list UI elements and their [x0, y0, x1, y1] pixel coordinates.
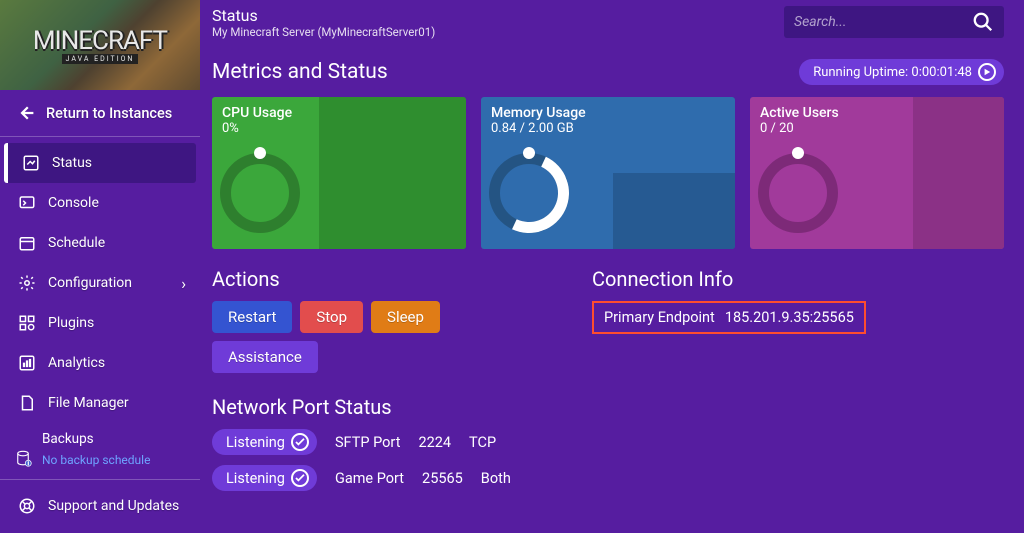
divider: [0, 479, 200, 480]
metrics-row: CPU Usage 0% Memory Usage 0.84 / 2.00 GB…: [212, 97, 1004, 249]
stop-button[interactable]: Stop: [300, 301, 363, 333]
listening-pill: Listening: [212, 429, 317, 455]
listening-text: Listening: [226, 470, 285, 487]
listening-pill: Listening: [212, 465, 317, 491]
sidebar-item-label: Support and Updates: [48, 498, 179, 514]
sidebar-item-label: Status: [52, 155, 92, 171]
console-icon: [18, 194, 36, 212]
search-icon: [972, 11, 994, 33]
sidebar-item-support[interactable]: Support and Updates: [0, 486, 200, 526]
logo-subtext: JAVA EDITION: [62, 54, 139, 64]
users-title: Active Users: [760, 105, 994, 121]
tile-mem-overlay: [613, 173, 735, 249]
sidebar: MINECRAFT JAVA EDITION Return to Instanc…: [0, 0, 200, 533]
port-number: 25565: [422, 470, 463, 487]
sidebar-item-schedule[interactable]: Schedule: [0, 223, 200, 263]
connection-box: Primary Endpoint 185.201.9.35:25565: [592, 301, 866, 334]
mem-title: Memory Usage: [491, 105, 725, 121]
search-input[interactable]: [794, 14, 972, 30]
users-value: 0 / 20: [760, 121, 994, 136]
users-gauge: [758, 153, 858, 249]
connection-value: 185.201.9.35:25565: [725, 309, 854, 326]
restart-button[interactable]: Restart: [212, 301, 292, 333]
page-subtitle: My Minecraft Server (MyMinecraftServer01…: [212, 25, 784, 39]
page-header: Status My Minecraft Server (MyMinecraftS…: [212, 0, 1004, 39]
connection-label: Primary Endpoint: [604, 309, 715, 326]
return-to-instances-link[interactable]: Return to Instances: [0, 90, 200, 136]
analytics-icon: [18, 354, 36, 372]
actions-buttons: Restart Stop Sleep Assistance: [212, 301, 552, 373]
tile-cpu: CPU Usage 0%: [212, 97, 466, 249]
plugins-icon: [18, 314, 36, 332]
metrics-header-row: Metrics and Status Running Uptime: 0:00:…: [212, 59, 1004, 85]
sidebar-item-label: Plugins: [48, 315, 94, 331]
sidebar-item-configuration[interactable]: Configuration ›: [0, 263, 200, 303]
check-icon: [291, 433, 309, 451]
two-col: Actions Restart Stop Sleep Assistance Co…: [212, 267, 1004, 373]
search-box[interactable]: [784, 6, 1004, 38]
sidebar-item-label: Configuration: [48, 275, 132, 291]
port-name: Game Port: [335, 470, 404, 487]
ports-section-title: Network Port Status: [212, 395, 1004, 419]
sidebar-item-plugins[interactable]: Plugins: [0, 303, 200, 343]
cpu-gauge: [220, 153, 320, 249]
sidebar-item-label: Schedule: [48, 235, 105, 251]
actions-section-title: Actions: [212, 267, 552, 291]
sidebar-item-label: Analytics: [48, 355, 105, 371]
support-icon: [18, 497, 36, 515]
chevron-right-icon: ›: [181, 274, 186, 293]
port-proto: TCP: [469, 434, 496, 451]
port-row-game: Listening Game Port 25565 Both: [212, 465, 1004, 491]
sleep-button[interactable]: Sleep: [371, 301, 440, 333]
svg-text:i: i: [28, 461, 29, 467]
status-icon: [22, 154, 40, 172]
connection-section-title: Connection Info: [592, 267, 1004, 291]
uptime-pill[interactable]: Running Uptime: 0:00:01:48: [799, 59, 1004, 85]
uptime-text: Running Uptime: 0:00:01:48: [813, 65, 972, 80]
sidebar-item-label: File Manager: [48, 395, 129, 411]
divider: [0, 136, 200, 137]
assistance-button[interactable]: Assistance: [212, 341, 318, 373]
port-number: 2224: [418, 434, 451, 451]
metrics-section-title: Metrics and Status: [212, 60, 388, 84]
listening-text: Listening: [226, 434, 285, 451]
tile-memory: Memory Usage 0.84 / 2.00 GB: [481, 97, 735, 249]
sidebar-item-console[interactable]: Console: [0, 183, 200, 223]
mem-gauge: [489, 153, 589, 249]
return-link-label: Return to Instances: [46, 105, 172, 122]
tile-users: Active Users 0 / 20: [750, 97, 1004, 249]
backups-label: Backups: [42, 431, 94, 447]
cpu-value: 0%: [222, 121, 456, 136]
backups-note-row: i No backup schedule: [0, 451, 200, 473]
sidebar-item-backups[interactable]: Backups: [0, 423, 200, 451]
sidebar-item-status[interactable]: Status: [4, 143, 196, 183]
logo-banner: MINECRAFT JAVA EDITION: [0, 0, 200, 90]
mem-value: 0.84 / 2.00 GB: [491, 121, 725, 136]
gear-icon: [18, 274, 36, 292]
play-icon: [978, 63, 996, 81]
back-arrow-icon: [18, 104, 36, 122]
logo-text: MINECRAFT: [33, 26, 167, 56]
file-icon: [18, 394, 36, 412]
port-row-sftp: Listening SFTP Port 2224 TCP: [212, 429, 1004, 455]
page-title: Status: [212, 6, 784, 25]
database-icon: i: [14, 449, 32, 467]
main: Status My Minecraft Server (MyMinecraftS…: [200, 0, 1024, 533]
nav: Status Console Schedule Configuration › …: [0, 143, 200, 526]
cpu-title: CPU Usage: [222, 105, 456, 121]
sidebar-item-analytics[interactable]: Analytics: [0, 343, 200, 383]
check-icon: [291, 469, 309, 487]
port-proto: Both: [481, 470, 511, 487]
port-name: SFTP Port: [335, 434, 401, 451]
sidebar-item-file-manager[interactable]: File Manager: [0, 383, 200, 423]
sidebar-item-label: Console: [48, 195, 99, 211]
calendar-icon: [18, 234, 36, 252]
